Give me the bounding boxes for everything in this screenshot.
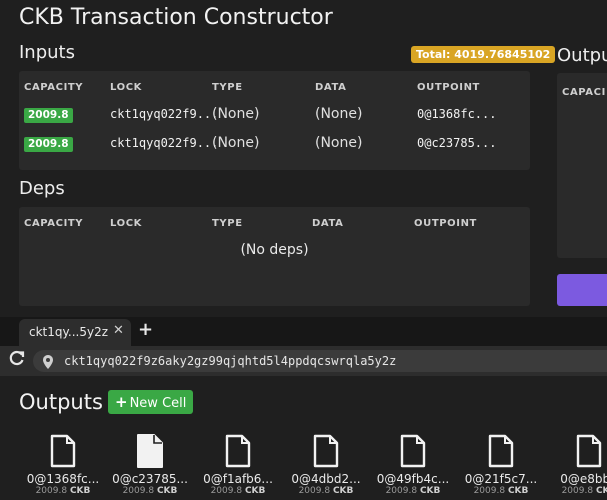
capacity-unit: CKB [595, 486, 607, 496]
capacity-value: 2009.8 [210, 486, 243, 496]
outputs-side-panel: CAPACI [557, 73, 607, 258]
output-cell-name: 0@21f5c7... [464, 472, 538, 486]
output-cell-item[interactable]: 0@1368fc... 2009.8 CKB [23, 434, 103, 496]
data-cell: (None) [315, 106, 363, 122]
output-cell-capacity: 2009.8 CKB [198, 486, 278, 496]
tab-label: ckt1qy...5y2z [29, 325, 109, 339]
output-cell-item[interactable]: 0@f1afb6... 2009.8 CKB [198, 434, 278, 496]
empty-state: (No deps) [240, 242, 309, 258]
col-outpoint: OUTPOINT [414, 218, 477, 229]
outputs-section: Outputs + New Cell 0@1368fc... 2009.8 CKB 0… [0, 376, 607, 500]
outputs-side-heading: Outpu [557, 45, 607, 66]
inputs-heading: Inputs [19, 42, 75, 63]
url-text: ckt1qyq022f9z6aky2gz99qjqhtd5l4ppdqcswrq… [64, 354, 397, 368]
tab-bar: ckt1qy...5y2z ✕ + [0, 317, 607, 346]
output-cell-capacity: 2009.8 CKB [110, 486, 190, 496]
lock-cell: ckt1qyq022f9... [110, 136, 219, 150]
col-capacity: CAPACITY [24, 218, 84, 229]
plus-icon: + [115, 393, 128, 411]
file-icon [23, 434, 103, 468]
capacity-value: 2009.8 [561, 486, 594, 496]
capacity-unit: CKB [419, 486, 441, 496]
output-cell-name: 0@f1afb6... [203, 472, 273, 486]
type-cell: (None) [212, 106, 260, 122]
file-icon [286, 434, 366, 468]
submit-button[interactable] [557, 274, 607, 306]
output-cell-item[interactable]: 0@21f5c7... 2009.8 CKB [461, 434, 541, 496]
col-lock: LOCK [110, 218, 143, 229]
output-cell-name: 0@4dbd2... [291, 472, 361, 486]
file-icon [373, 434, 453, 468]
col-data: DATA [315, 82, 347, 93]
type-cell: (None) [212, 135, 260, 151]
data-cell: (None) [315, 135, 363, 151]
deps-table: CAPACITY LOCK TYPE DATA OUTPOINT (No dep… [19, 207, 530, 306]
output-cell-capacity: 2009.8 CKB [461, 486, 541, 496]
col-data: DATA [312, 218, 344, 229]
address-bar-row: ckt1qyq022f9z6aky2gz99qjqhtd5l4ppdqcswrq… [0, 346, 607, 376]
col-capacity: CAPACI [562, 87, 606, 98]
capacity-value: 2009.8 [298, 486, 331, 496]
outpoint-cell: 0@c23785... [417, 136, 497, 150]
output-cell-item[interactable]: 0@c23785... 2009.8 CKB [110, 434, 190, 496]
lock-cell: ckt1qyq022f9... [110, 107, 219, 121]
col-lock: LOCK [110, 82, 143, 93]
location-pin-icon [43, 354, 53, 369]
output-cell-name: 0@c23785... [112, 472, 188, 486]
inputs-table: CAPACITY LOCK TYPE DATA OUTPOINT 2009.8 … [19, 71, 530, 170]
capacity-value: 2009.8 [35, 486, 68, 496]
output-cell-capacity: 2009.8 CKB [286, 486, 366, 496]
output-cell-name: 0@1368fc... [26, 472, 100, 486]
new-cell-button[interactable]: + New Cell [108, 390, 194, 414]
deps-heading: Deps [19, 178, 65, 199]
url-input[interactable]: ckt1qyq022f9z6aky2gz99qjqhtd5l4ppdqcswrq… [33, 350, 607, 372]
col-outpoint: OUTPOINT [417, 82, 480, 93]
capacity-badge: 2009.8 [24, 137, 73, 152]
output-cell-item[interactable]: 0@4dbd2... 2009.8 CKB [286, 434, 366, 496]
file-icon [198, 434, 278, 468]
close-icon[interactable]: ✕ [113, 323, 124, 338]
output-cell-name: 0@e8bb6 [560, 472, 607, 486]
output-cell-capacity: 2009.8 CKB [373, 486, 453, 496]
capacity-value: 2009.8 [385, 486, 418, 496]
app-title: CKB Transaction Constructor [19, 5, 333, 30]
col-type: TYPE [212, 82, 243, 93]
col-type: TYPE [212, 218, 243, 229]
reload-icon[interactable] [9, 349, 25, 371]
total-badge: Total: 4019.76845102 [411, 46, 556, 63]
capacity-value: 2009.8 [122, 486, 155, 496]
capacity-unit: CKB [69, 486, 91, 496]
file-icon [461, 434, 541, 468]
capacity-badge: 2009.8 [24, 108, 73, 123]
file-icon [110, 434, 190, 468]
outputs-heading: Outputs [19, 390, 103, 414]
output-cell-item[interactable]: 0@49fb4c... 2009.8 CKB [373, 434, 453, 496]
col-capacity: CAPACITY [24, 82, 84, 93]
capacity-unit: CKB [244, 486, 266, 496]
output-cell-item[interactable]: 0@e8bb62009.8 CKB [549, 434, 607, 496]
tab-active[interactable]: ckt1qy...5y2z ✕ [19, 319, 131, 346]
output-cell-capacity: 2009.8 CKB [23, 486, 103, 496]
capacity-unit: CKB [156, 486, 178, 496]
new-tab-icon[interactable]: + [138, 319, 153, 340]
outpoint-cell: 0@1368fc... [417, 107, 497, 121]
output-cell-capacity: 2009.8 CKB [549, 486, 607, 496]
capacity-value: 2009.8 [473, 486, 506, 496]
output-cell-name: 0@49fb4c... [376, 472, 450, 486]
capacity-unit: CKB [332, 486, 354, 496]
capacity-unit: CKB [507, 486, 529, 496]
file-icon [549, 434, 607, 468]
new-cell-label: New Cell [129, 396, 187, 411]
